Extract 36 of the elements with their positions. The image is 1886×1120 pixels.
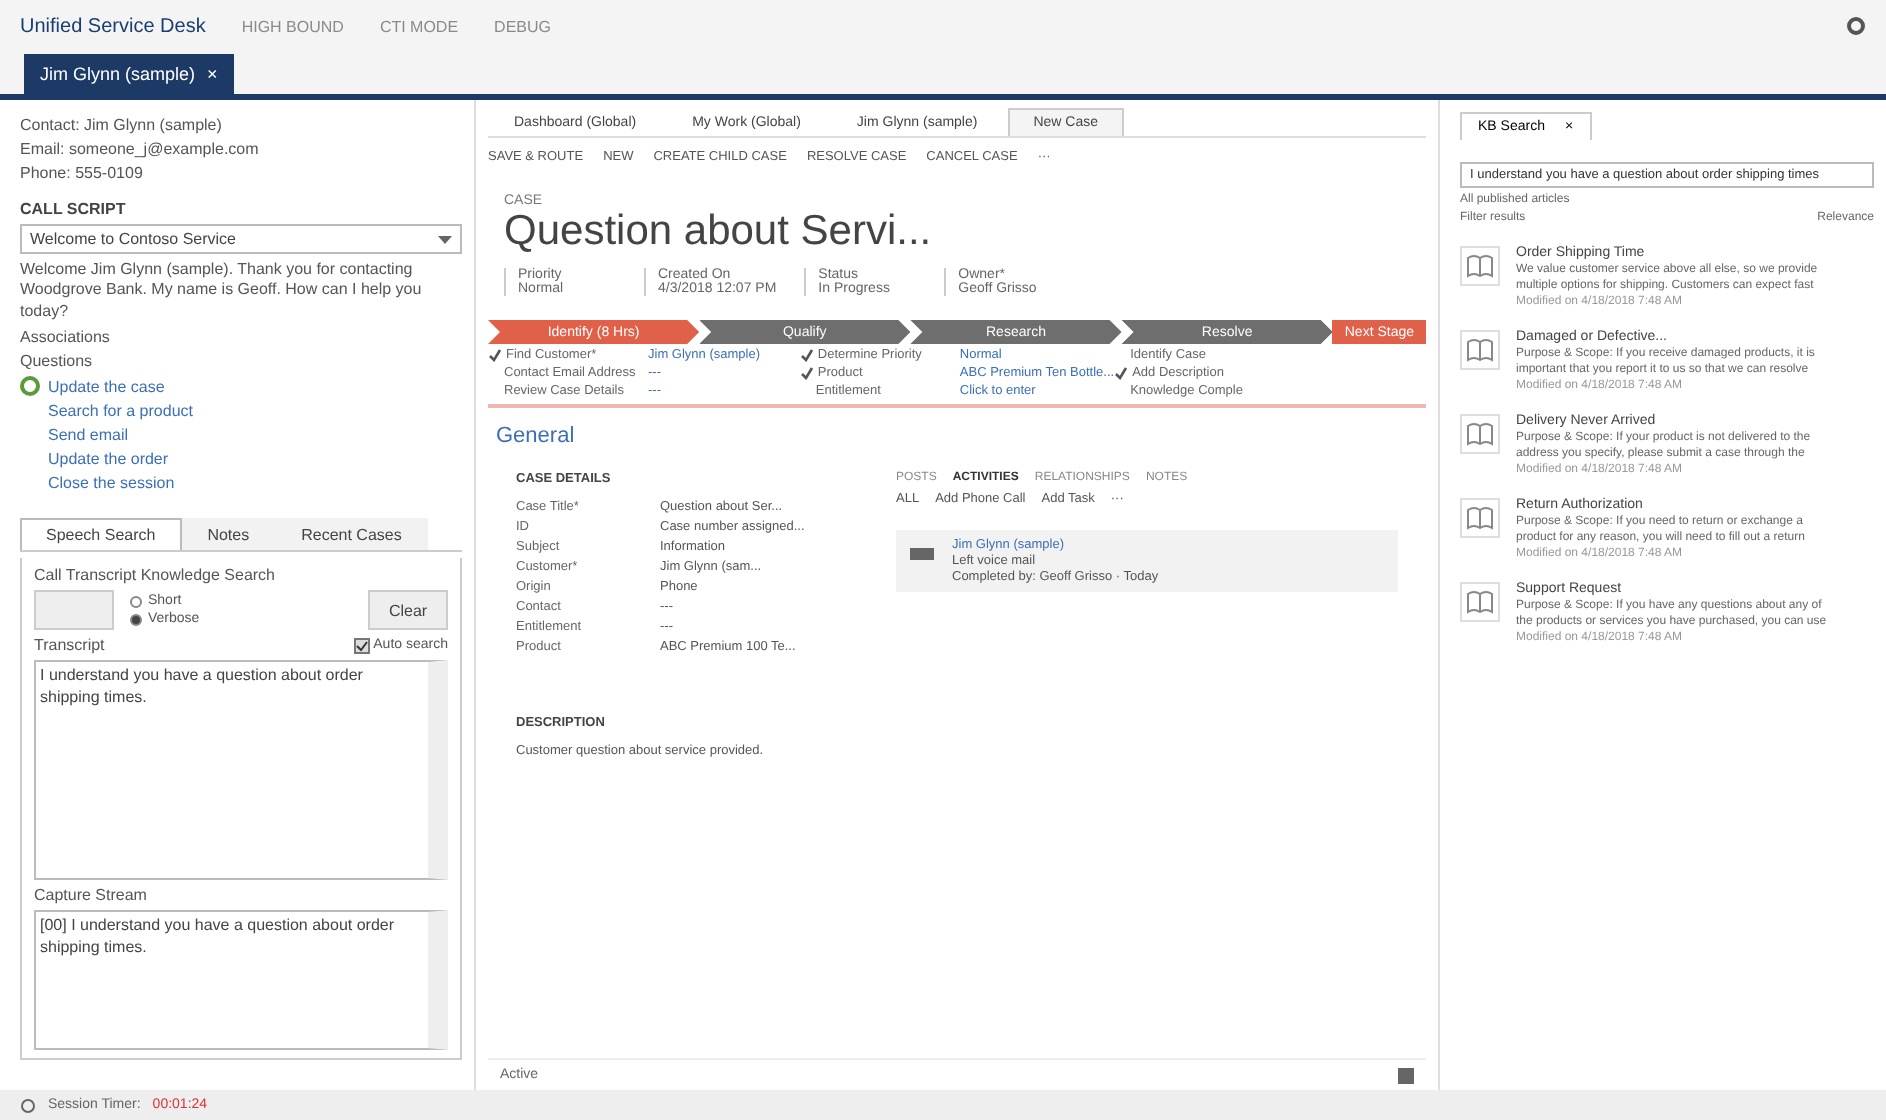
contact-phone: Phone: 555-0109 xyxy=(20,164,145,182)
field-label: Transcript xyxy=(34,636,105,655)
tab[interactable]: Speech Search xyxy=(20,518,182,551)
radio-button[interactable] xyxy=(130,613,142,626)
contact-name: Contact: Jim Glynn (sample) xyxy=(20,116,224,134)
record-title: Question about Servi... xyxy=(504,208,934,256)
app-title: Unified Service Desk xyxy=(20,15,206,37)
contact-email: Email: someone_j@example.com xyxy=(20,140,261,158)
book-icon xyxy=(1466,338,1494,362)
tab[interactable]: Notes xyxy=(181,518,276,551)
script-action-link[interactable]: Close the session xyxy=(48,474,175,493)
radio-button[interactable] xyxy=(130,595,142,608)
transcript-field[interactable]: I understand you have a question about order shipping times. xyxy=(34,660,448,881)
capture-field[interactable]: [00] I understand you have a question about order shipping times. xyxy=(34,910,448,1051)
book-icon xyxy=(1466,422,1494,446)
checkbox[interactable] xyxy=(353,637,370,654)
book-icon xyxy=(1466,506,1494,530)
clear-button[interactable]: Clear xyxy=(368,590,448,631)
section-title[interactable]: General xyxy=(496,424,1426,448)
group-title: Call Transcript Knowledge Search xyxy=(34,566,278,585)
script-action-link[interactable]: Send email xyxy=(48,426,129,445)
label: Associations xyxy=(20,328,112,347)
script-text: Welcome Jim Glynn (sample). Thank you for contacting Woodgrove Bank. My name is Geoff. How can I help you today? xyxy=(20,260,424,323)
label: Questions xyxy=(20,352,95,371)
script-action-link[interactable]: Update the case xyxy=(48,377,165,396)
script-action-link[interactable]: Update the order xyxy=(48,450,169,469)
tab[interactable]: Recent Cases xyxy=(275,518,428,551)
field-label: Capture Stream xyxy=(34,886,149,905)
book-icon xyxy=(1466,254,1494,278)
script-action-link[interactable]: Search for a product xyxy=(48,402,193,421)
caret-icon xyxy=(438,235,452,243)
script-dropdown[interactable]: Welcome to Contoso Service xyxy=(20,224,462,254)
start-button[interactable] xyxy=(34,590,114,631)
session-tab[interactable]: Jim Glynn (sample) × xyxy=(24,54,234,94)
section-heading: CALL SCRIPT xyxy=(20,200,128,218)
book-icon xyxy=(1466,590,1494,614)
